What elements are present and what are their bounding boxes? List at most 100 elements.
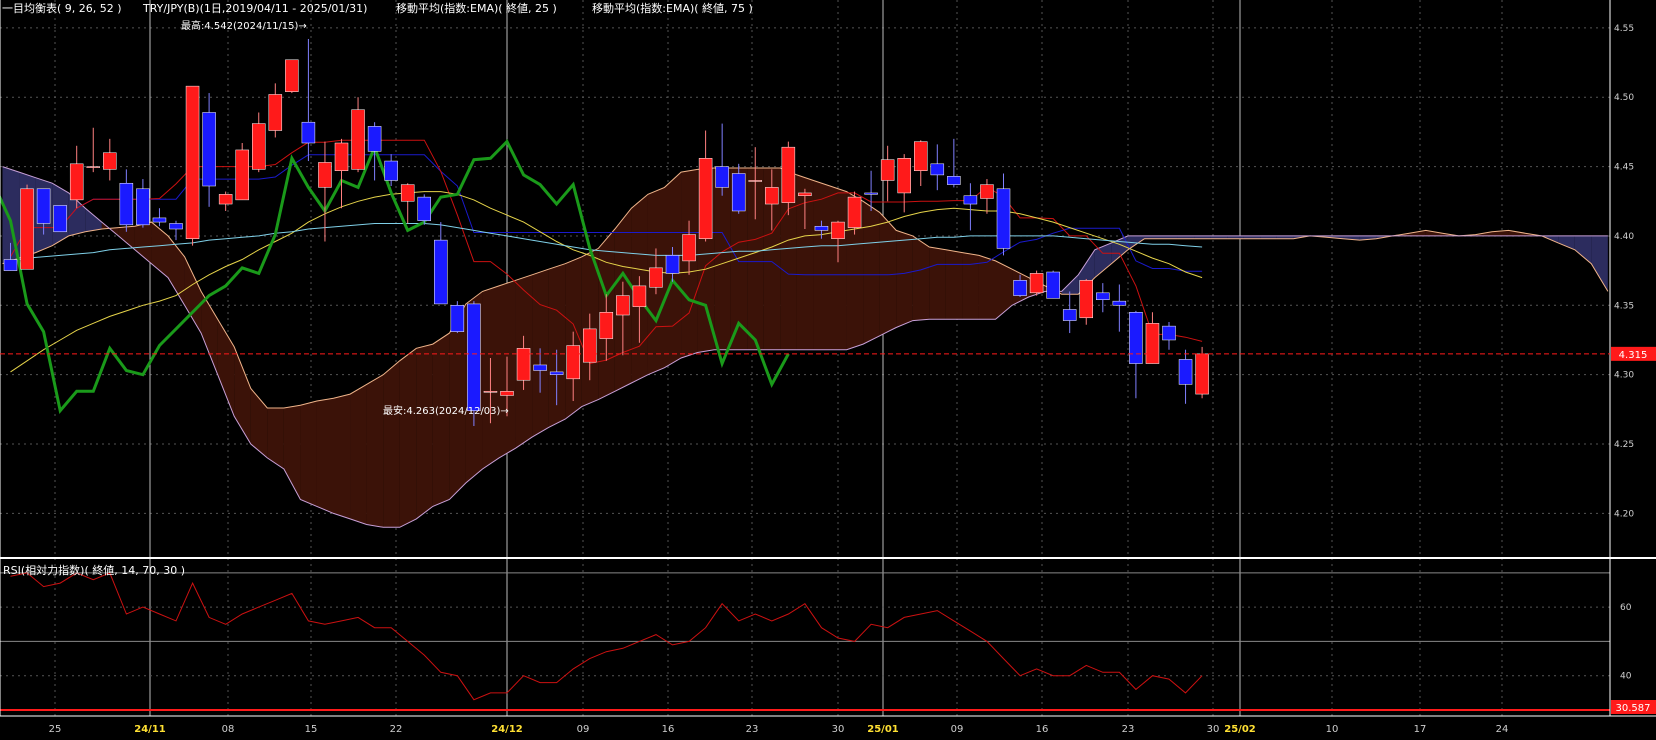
- candle-down: [152, 217, 167, 223]
- candle-up: [632, 285, 647, 307]
- candle-up: [235, 149, 249, 201]
- candle-down: [1013, 280, 1027, 296]
- candle-up: [20, 188, 34, 270]
- time-tick-label: 24/12: [491, 724, 523, 735]
- time-tick-label: 25: [49, 724, 62, 735]
- kumo-segment: [300, 401, 317, 507]
- candle-down: [1046, 271, 1060, 299]
- low-annotation: 最安:4.263(2024/12/03)→: [383, 404, 509, 417]
- kumo-segment: [929, 247, 946, 320]
- chart-root: 一目均衡表( 9, 26, 52 ) TRY/JPY(B)(1日,2019/04…: [0, 0, 1656, 740]
- candle-up: [351, 109, 365, 170]
- price-tick-label: 4.50: [1614, 93, 1634, 103]
- time-tick-label: 25/02: [1224, 724, 1256, 735]
- candle-up: [69, 163, 84, 201]
- time-tick-label: 08: [222, 724, 235, 735]
- candle-up: [897, 158, 911, 194]
- time-tick-label: 25/01: [867, 724, 899, 735]
- candle-up: [566, 345, 580, 380]
- time-tick-label: 15: [305, 724, 318, 735]
- candle-up: [218, 194, 233, 205]
- candle-down: [467, 303, 481, 411]
- candle-up: [285, 59, 299, 92]
- candle-down: [202, 112, 216, 187]
- candle-down: [169, 223, 183, 230]
- time-tick-label: 16: [1036, 724, 1049, 735]
- candle-down: [1112, 300, 1127, 306]
- candle-down: [1096, 292, 1110, 301]
- kumo-segment: [813, 180, 830, 350]
- ema75-legend: 移動平均(指数:EMA)( 終値, 75 ): [592, 1, 753, 15]
- kumo-segment: [978, 255, 996, 320]
- candle-down: [963, 195, 978, 205]
- candle-up: [682, 234, 696, 262]
- candle-down: [53, 205, 67, 233]
- kumo-segment: [333, 394, 351, 519]
- candle-up: [252, 123, 266, 170]
- candle-down: [1162, 325, 1176, 341]
- rsi-tick-label: 40: [1620, 672, 1632, 682]
- candle-down: [996, 188, 1011, 249]
- high-annotation: 最高:4.542(2024/11/15)→: [181, 19, 307, 32]
- candle-down: [3, 259, 18, 271]
- candle-down: [549, 371, 564, 375]
- kumo-segment: [896, 230, 913, 328]
- time-tick-label: 23: [746, 724, 759, 735]
- price-tick-label: 4.55: [1614, 24, 1634, 34]
- candle-down: [384, 160, 398, 181]
- price-tick-label: 4.20: [1614, 509, 1634, 519]
- candle-up: [599, 311, 614, 339]
- kumo-segment: [863, 201, 880, 345]
- ichimoku-legend: 一目均衡表( 9, 26, 52 ): [2, 1, 122, 15]
- candle-up: [748, 180, 762, 182]
- candle-up: [1145, 323, 1160, 364]
- candle-down: [731, 173, 746, 212]
- candle-up: [483, 391, 498, 393]
- candle-up: [334, 142, 349, 172]
- candle-down: [1062, 309, 1077, 321]
- candle-up: [781, 146, 796, 203]
- kumo-segment: [449, 303, 466, 500]
- candle-down: [1129, 311, 1143, 364]
- time-tick-label: 09: [951, 724, 964, 735]
- rsi-title: RSI(相対力指数)( 終値, 14, 70, 30 ): [3, 563, 185, 577]
- candle-down: [814, 225, 829, 231]
- kumo-segment: [399, 348, 417, 528]
- symbol-legend: TRY/JPY(B)(1日,2019/04/11 - 2025/01/31): [142, 2, 367, 15]
- candle-up: [318, 162, 332, 188]
- price-tick-label: 4.45: [1614, 163, 1634, 173]
- candle-up: [847, 196, 862, 228]
- rsi-value-label: 30.587: [1616, 703, 1651, 714]
- candle-up: [103, 152, 117, 170]
- candle-up: [500, 391, 514, 396]
- candle-down: [947, 176, 961, 185]
- candle-down: [434, 239, 448, 305]
- kumo-segment: [366, 374, 384, 528]
- candle-up: [698, 158, 713, 239]
- candle-down: [367, 126, 382, 152]
- candle-up: [765, 187, 779, 205]
- chart-background: [0, 0, 1656, 740]
- current-price-label: 4.315: [1619, 350, 1648, 361]
- candle-down: [136, 188, 150, 226]
- price-tick-label: 4.40: [1614, 232, 1634, 242]
- candle-up: [86, 166, 100, 168]
- time-tick-label: 10: [1326, 724, 1339, 735]
- price-tick-label: 4.35: [1614, 301, 1634, 311]
- candle-down: [533, 364, 547, 371]
- candle-down: [930, 163, 945, 176]
- chart-svg: 一目均衡表( 9, 26, 52 ) TRY/JPY(B)(1日,2019/04…: [0, 0, 1656, 740]
- kumo-segment: [350, 384, 367, 525]
- time-tick-label: 16: [662, 724, 675, 735]
- candle-up: [268, 94, 283, 131]
- kumo-segment: [912, 235, 930, 321]
- candle-up: [880, 159, 895, 181]
- time-tick-label: 09: [577, 724, 590, 735]
- time-tick-label: 17: [1414, 724, 1427, 735]
- candle-up: [1079, 280, 1093, 319]
- time-tick-label: 30: [1207, 724, 1220, 735]
- candle-up: [831, 221, 845, 239]
- kumo-segment: [962, 252, 979, 320]
- ema25-legend: 移動平均(指数:EMA)( 終値, 25 ): [396, 1, 557, 15]
- price-tick-label: 4.25: [1614, 440, 1634, 450]
